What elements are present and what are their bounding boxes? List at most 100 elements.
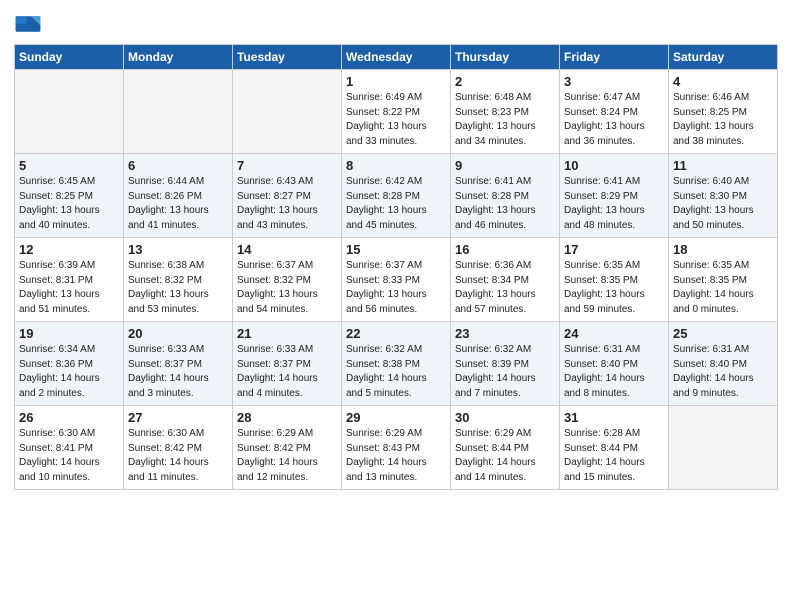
day-cell: 7 Sunrise: 6:43 AMSunset: 8:27 PMDaylight…: [233, 154, 342, 238]
day-info: Sunrise: 6:31 AMSunset: 8:40 PMDaylight:…: [564, 343, 664, 401]
day-number: 22: [346, 326, 446, 341]
calendar-week-row: 19 Sunrise: 6:34 AMSunset: 8:36 PMDayligh…: [15, 322, 778, 406]
day-number: 25: [673, 326, 773, 341]
day-cell: 19 Sunrise: 6:34 AMSunset: 8:36 PMDayligh…: [15, 322, 124, 406]
day-info: Sunrise: 6:42 AMSunset: 8:28 PMDaylight:…: [346, 175, 446, 233]
day-cell: 24Sunrise: 6:31 AMSunset: 8:40 PMDayligh…: [560, 322, 669, 406]
day-number: 19: [19, 326, 119, 341]
empty-day-cell: [124, 70, 233, 154]
day-of-week-header: Thursday: [451, 45, 560, 70]
day-cell: 25 Sunrise: 6:31 AMSunset: 8:40 PMDayligh…: [669, 322, 778, 406]
day-info: Sunrise: 6:33 AMSunset: 8:37 PMDaylight:…: [237, 343, 337, 401]
day-cell: 8 Sunrise: 6:42 AMSunset: 8:28 PMDaylight…: [342, 154, 451, 238]
day-info: Sunrise: 6:40 AMSunset: 8:30 PMDaylight:…: [673, 175, 773, 233]
day-info: Sunrise: 6:43 AMSunset: 8:27 PMDaylight:…: [237, 175, 337, 233]
day-info: Sunrise: 6:30 AMSunset: 8:41 PMDaylight:…: [19, 427, 119, 485]
day-of-week-header: Sunday: [15, 45, 124, 70]
day-number: 26: [19, 410, 119, 425]
empty-day-cell: [669, 406, 778, 490]
day-info: Sunrise: 6:41 AMSunset: 8:29 PMDaylight:…: [564, 175, 664, 233]
day-cell: 28 Sunrise: 6:29 AMSunset: 8:42 PMDayligh…: [233, 406, 342, 490]
day-cell: 1 Sunrise: 6:49 AMSunset: 8:22 PMDaylight…: [342, 70, 451, 154]
day-cell: 30 Sunrise: 6:29 AMSunset: 8:44 PMDayligh…: [451, 406, 560, 490]
day-number: 30: [455, 410, 555, 425]
day-number: 13: [128, 242, 228, 257]
day-number: 28: [237, 410, 337, 425]
day-info: Sunrise: 6:48 AMSunset: 8:23 PMDaylight:…: [455, 91, 555, 149]
day-cell: 14 Sunrise: 6:37 AMSunset: 8:32 PMDayligh…: [233, 238, 342, 322]
day-number: 7: [237, 158, 337, 173]
day-number: 29: [346, 410, 446, 425]
day-info: Sunrise: 6:33 AMSunset: 8:37 PMDaylight:…: [128, 343, 228, 401]
day-info: Sunrise: 6:35 AMSunset: 8:35 PMDaylight:…: [564, 259, 664, 317]
day-info: Sunrise: 6:47 AMSunset: 8:24 PMDaylight:…: [564, 91, 664, 149]
day-number: 9: [455, 158, 555, 173]
calendar-table: SundayMondayTuesdayWednesdayThursdayFrid…: [14, 44, 778, 490]
day-number: 10: [564, 158, 664, 173]
day-number: 4: [673, 74, 773, 89]
day-number: 1: [346, 74, 446, 89]
day-cell: 21 Sunrise: 6:33 AMSunset: 8:37 PMDayligh…: [233, 322, 342, 406]
day-info: Sunrise: 6:34 AMSunset: 8:36 PMDaylight:…: [19, 343, 119, 401]
day-of-week-header: Saturday: [669, 45, 778, 70]
day-cell: 5 Sunrise: 6:45 AMSunset: 8:25 PMDaylight…: [15, 154, 124, 238]
day-number: 2: [455, 74, 555, 89]
day-number: 20: [128, 326, 228, 341]
day-cell: 12 Sunrise: 6:39 AMSunset: 8:31 PMDayligh…: [15, 238, 124, 322]
empty-day-cell: [233, 70, 342, 154]
day-info: Sunrise: 6:45 AMSunset: 8:25 PMDaylight:…: [19, 175, 119, 233]
day-number: 14: [237, 242, 337, 257]
day-cell: 29Sunrise: 6:29 AMSunset: 8:43 PMDayligh…: [342, 406, 451, 490]
day-cell: 4Sunrise: 6:46 AMSunset: 8:25 PMDaylight…: [669, 70, 778, 154]
day-of-week-header: Friday: [560, 45, 669, 70]
day-number: 8: [346, 158, 446, 173]
page-header: [14, 10, 778, 38]
day-info: Sunrise: 6:44 AMSunset: 8:26 PMDaylight:…: [128, 175, 228, 233]
day-cell: 15 Sunrise: 6:37 AMSunset: 8:33 PMDayligh…: [342, 238, 451, 322]
day-info: Sunrise: 6:28 AMSunset: 8:44 PMDaylight:…: [564, 427, 664, 485]
day-number: 17: [564, 242, 664, 257]
day-cell: 10 Sunrise: 6:41 AMSunset: 8:29 PMDayligh…: [560, 154, 669, 238]
day-cell: 11 Sunrise: 6:40 AMSunset: 8:30 PMDayligh…: [669, 154, 778, 238]
day-info: Sunrise: 6:49 AMSunset: 8:22 PMDaylight:…: [346, 91, 446, 149]
day-info: Sunrise: 6:32 AMSunset: 8:38 PMDaylight:…: [346, 343, 446, 401]
day-info: Sunrise: 6:29 AMSunset: 8:42 PMDaylight:…: [237, 427, 337, 485]
day-info: Sunrise: 6:36 AMSunset: 8:34 PMDaylight:…: [455, 259, 555, 317]
day-cell: 22 Sunrise: 6:32 AMSunset: 8:38 PMDayligh…: [342, 322, 451, 406]
day-info: Sunrise: 6:32 AMSunset: 8:39 PMDaylight:…: [455, 343, 555, 401]
day-number: 15: [346, 242, 446, 257]
day-number: 16: [455, 242, 555, 257]
day-number: 11: [673, 158, 773, 173]
calendar-week-row: 26 Sunrise: 6:30 AMSunset: 8:41 PMDayligh…: [15, 406, 778, 490]
calendar-header-row: SundayMondayTuesdayWednesdayThursdayFrid…: [15, 45, 778, 70]
logo: [14, 10, 44, 38]
day-number: 6: [128, 158, 228, 173]
day-cell: 23Sunrise: 6:32 AMSunset: 8:39 PMDayligh…: [451, 322, 560, 406]
day-number: 3: [564, 74, 664, 89]
calendar-week-row: 1 Sunrise: 6:49 AMSunset: 8:22 PMDaylight…: [15, 70, 778, 154]
day-number: 5: [19, 158, 119, 173]
day-cell: 27Sunrise: 6:30 AMSunset: 8:42 PMDayligh…: [124, 406, 233, 490]
day-cell: 6 Sunrise: 6:44 AMSunset: 8:26 PMDaylight…: [124, 154, 233, 238]
calendar-week-row: 12 Sunrise: 6:39 AMSunset: 8:31 PMDayligh…: [15, 238, 778, 322]
day-info: Sunrise: 6:41 AMSunset: 8:28 PMDaylight:…: [455, 175, 555, 233]
day-number: 21: [237, 326, 337, 341]
calendar-week-row: 5 Sunrise: 6:45 AMSunset: 8:25 PMDaylight…: [15, 154, 778, 238]
day-of-week-header: Tuesday: [233, 45, 342, 70]
day-cell: 31Sunrise: 6:28 AMSunset: 8:44 PMDayligh…: [560, 406, 669, 490]
day-cell: 17 Sunrise: 6:35 AMSunset: 8:35 PMDayligh…: [560, 238, 669, 322]
day-number: 18: [673, 242, 773, 257]
day-info: Sunrise: 6:37 AMSunset: 8:32 PMDaylight:…: [237, 259, 337, 317]
day-cell: 13Sunrise: 6:38 AMSunset: 8:32 PMDayligh…: [124, 238, 233, 322]
day-number: 27: [128, 410, 228, 425]
day-cell: 2 Sunrise: 6:48 AMSunset: 8:23 PMDaylight…: [451, 70, 560, 154]
day-info: Sunrise: 6:31 AMSunset: 8:40 PMDaylight:…: [673, 343, 773, 401]
day-info: Sunrise: 6:39 AMSunset: 8:31 PMDaylight:…: [19, 259, 119, 317]
day-info: Sunrise: 6:29 AMSunset: 8:44 PMDaylight:…: [455, 427, 555, 485]
day-cell: 18Sunrise: 6:35 AMSunset: 8:35 PMDayligh…: [669, 238, 778, 322]
empty-day-cell: [15, 70, 124, 154]
day-cell: 20 Sunrise: 6:33 AMSunset: 8:37 PMDayligh…: [124, 322, 233, 406]
day-cell: 3 Sunrise: 6:47 AMSunset: 8:24 PMDaylight…: [560, 70, 669, 154]
day-number: 12: [19, 242, 119, 257]
day-info: Sunrise: 6:37 AMSunset: 8:33 PMDaylight:…: [346, 259, 446, 317]
